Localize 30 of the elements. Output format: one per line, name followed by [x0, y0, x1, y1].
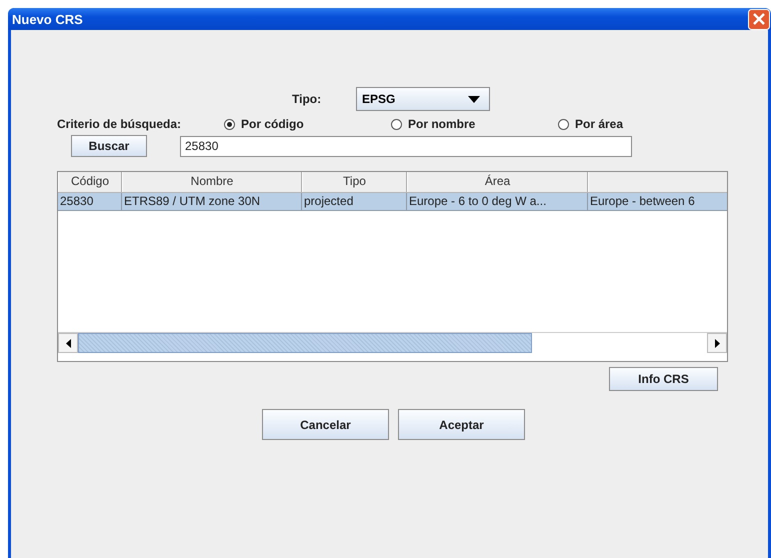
- table-cell: 25830: [58, 193, 122, 211]
- radio-button[interactable]: [224, 118, 235, 130]
- column-header[interactable]: Área: [407, 172, 588, 192]
- radio-label[interactable]: Por área: [575, 117, 624, 131]
- column-header[interactable]: Código: [58, 172, 122, 192]
- window-title: Nuevo CRS: [12, 12, 83, 26]
- radio-button[interactable]: [391, 118, 402, 130]
- tipo-label: Tipo:: [292, 92, 322, 106]
- column-header[interactable]: Tipo: [302, 172, 407, 192]
- dropdown-arrow-icon: [468, 96, 480, 102]
- column-header[interactable]: Nombre: [122, 172, 302, 192]
- table-cell: Europe - 6 to 0 deg W a...: [407, 193, 588, 211]
- scroll-right-icon[interactable]: [714, 338, 720, 348]
- dialog-button[interactable]: Cancelar: [262, 409, 389, 440]
- horizontal-scrollbar[interactable]: [58, 332, 727, 353]
- radio-button[interactable]: [558, 118, 569, 130]
- info-crs-button[interactable]: Info CRS: [609, 367, 718, 391]
- search-criteria-label: Criterio de búsqueda:: [57, 117, 182, 131]
- close-icon[interactable]: [748, 8, 770, 30]
- table-row[interactable]: 25830 ETRS89 / UTM zone 30N projected Europe - 6 to 0 deg W a... Europe - between 6: [58, 193, 727, 211]
- table-cell: ETRS89 / UTM zone 30N: [122, 193, 302, 211]
- dialog-button[interactable]: Aceptar: [398, 409, 525, 440]
- table-cell: projected: [302, 193, 407, 211]
- scroll-left-icon[interactable]: [66, 338, 70, 348]
- table-cell: Europe - between 6: [588, 193, 727, 211]
- search-button[interactable]: Buscar: [71, 135, 147, 157]
- tipo-dropdown[interactable]: EPSG: [356, 87, 490, 111]
- radio-label[interactable]: Por código: [241, 117, 304, 131]
- radio-label[interactable]: Por nombre: [408, 117, 476, 131]
- search-field[interactable]: 25830: [180, 136, 632, 156]
